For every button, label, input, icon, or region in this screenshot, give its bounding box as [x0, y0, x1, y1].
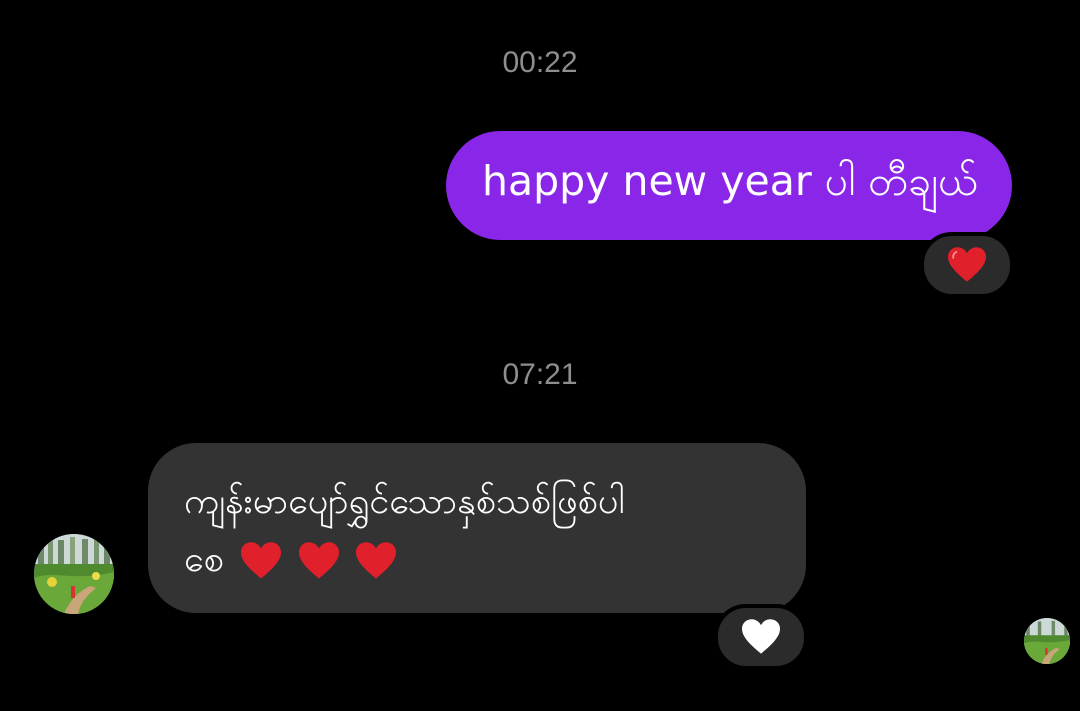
red-heart-icon — [356, 542, 397, 579]
red-heart-icon — [298, 542, 339, 579]
message-reaction[interactable] — [920, 232, 1014, 298]
seen-receipt-avatar — [1024, 618, 1070, 664]
incoming-message-text-line-1: ကျန်းမာပျော်ရွှင်သောနှစ်သစ်ဖြစ်ပါ — [184, 481, 625, 522]
red-heart-icon — [948, 247, 986, 282]
landscape-photo-avatar — [34, 534, 114, 614]
message-timestamp: 07:21 — [502, 358, 578, 391]
incoming-message-text-line-2: စေ — [184, 531, 770, 589]
message-timestamp: 00:22 — [502, 46, 578, 79]
outgoing-message-bubble[interactable]: happy new year ပါ တီချယ် — [446, 131, 1012, 240]
outgoing-message-text: happy new year ပါ တီချယ် — [482, 156, 978, 205]
sender-avatar[interactable] — [34, 534, 114, 614]
incoming-message-bubble[interactable]: ကျန်းမာပျော်ရွှင်သောနှစ်သစ်ဖြစ်ပါ စေ — [148, 443, 806, 613]
white-heart-icon — [742, 619, 780, 654]
landscape-photo-avatar — [1024, 618, 1070, 664]
incoming-message-text-suffix: စေ — [184, 539, 224, 580]
message-reaction[interactable] — [714, 604, 808, 670]
red-heart-icon — [241, 542, 282, 579]
